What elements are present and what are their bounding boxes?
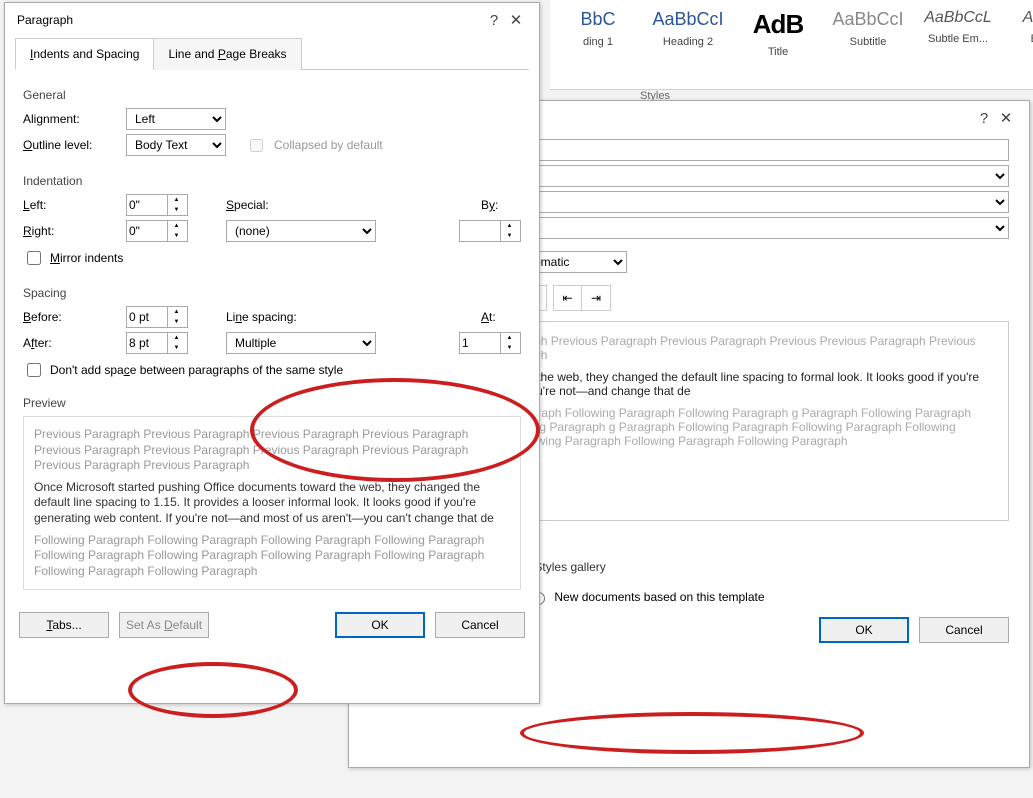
line-spacing-label: Line spacing: <box>226 310 326 324</box>
paragraph-dialog: Paragraph ? ✕ IIndents and Spacingndents… <box>4 2 540 704</box>
style-tile-heading2[interactable]: AaBbCcIHeading 2 <box>648 4 728 85</box>
indent-right-label: Right: <box>23 224 118 238</box>
style-tile-title[interactable]: AdBTitle <box>738 4 818 85</box>
at-label: At: <box>481 310 521 324</box>
special-label: Special: <box>226 198 306 212</box>
alignment-label: Alignment: <box>23 112 118 126</box>
dialog-title: Paragraph <box>17 13 73 27</box>
close-icon[interactable]: ✕ <box>505 11 527 29</box>
dont-add-space-checkbox[interactable] <box>27 363 41 377</box>
style-tile-heading1[interactable]: BbCding 1 <box>558 4 638 85</box>
styles-ribbon: BbCding 1 AaBbCcIHeading 2 AdBTitle AaBb… <box>550 0 1033 90</box>
preview-section: Preview <box>23 396 521 410</box>
style-tile-emphasis[interactable]: AaBbCEmpha <box>1008 4 1033 85</box>
indent-left-spinner[interactable]: ▲▼ <box>126 194 188 216</box>
paragraph-cancel-button[interactable]: Cancel <box>435 612 525 638</box>
indentation-section: Indentation <box>23 174 521 188</box>
after-label: After: <box>23 336 118 350</box>
increase-indent-icon[interactable]: ⇥ <box>582 286 610 310</box>
before-label: Before: <box>23 310 118 324</box>
indent-left-label: Left: <box>23 198 118 212</box>
outline-level-select[interactable]: Body Text <box>126 134 226 156</box>
after-spinner[interactable]: ▲▼ <box>126 332 188 354</box>
outline-label: Outline level: <box>23 138 118 152</box>
mirror-label: Mirror indents <box>50 251 123 265</box>
tabs-button[interactable]: Tabs... <box>19 612 109 638</box>
collapsed-label: Collapsed by default <box>274 138 383 152</box>
tab-indents-spacing[interactable]: IIndents and Spacingndents and Spacing <box>15 38 154 70</box>
new-docs-template-radio[interactable]: New documents based on this template <box>527 589 764 605</box>
paragraph-preview: Previous Paragraph Previous Paragraph Pr… <box>23 416 521 590</box>
collapsed-checkbox <box>250 139 263 152</box>
paragraph-ok-button[interactable]: OK <box>335 612 425 638</box>
help-icon[interactable]: ? <box>973 110 995 127</box>
special-select[interactable]: (none) <box>226 220 376 242</box>
dont-add-label: Don't add space between paragraphs of th… <box>50 363 343 377</box>
mirror-indents-checkbox[interactable] <box>27 251 41 265</box>
set-as-default-button[interactable]: Set As Default <box>119 612 209 638</box>
spacing-section: Spacing <box>23 286 521 300</box>
close-icon[interactable]: ✕ <box>995 109 1017 127</box>
style-cancel-button[interactable]: Cancel <box>919 617 1009 643</box>
tab-line-page-breaks[interactable]: Line and Page Breaks <box>153 38 301 70</box>
alignment-select[interactable]: Left <box>126 108 226 130</box>
indent-right-spinner[interactable]: ▲▼ <box>126 220 188 242</box>
by-label: By: <box>481 198 521 212</box>
style-tile-subtle-em[interactable]: AaBbCcLSubtle Em... <box>918 4 998 85</box>
decrease-indent-icon[interactable]: ⇤ <box>554 286 582 310</box>
by-spinner[interactable]: ▲▼ <box>459 220 521 242</box>
line-spacing-select[interactable]: Multiple <box>226 332 376 354</box>
help-icon[interactable]: ? <box>483 12 505 29</box>
at-spinner[interactable]: ▲▼ <box>459 332 521 354</box>
before-spinner[interactable]: ▲▼ <box>126 306 188 328</box>
style-tile-subtitle[interactable]: AaBbCcISubtitle <box>828 4 908 85</box>
style-ok-button[interactable]: OK <box>819 617 909 643</box>
general-section: General <box>23 88 521 102</box>
